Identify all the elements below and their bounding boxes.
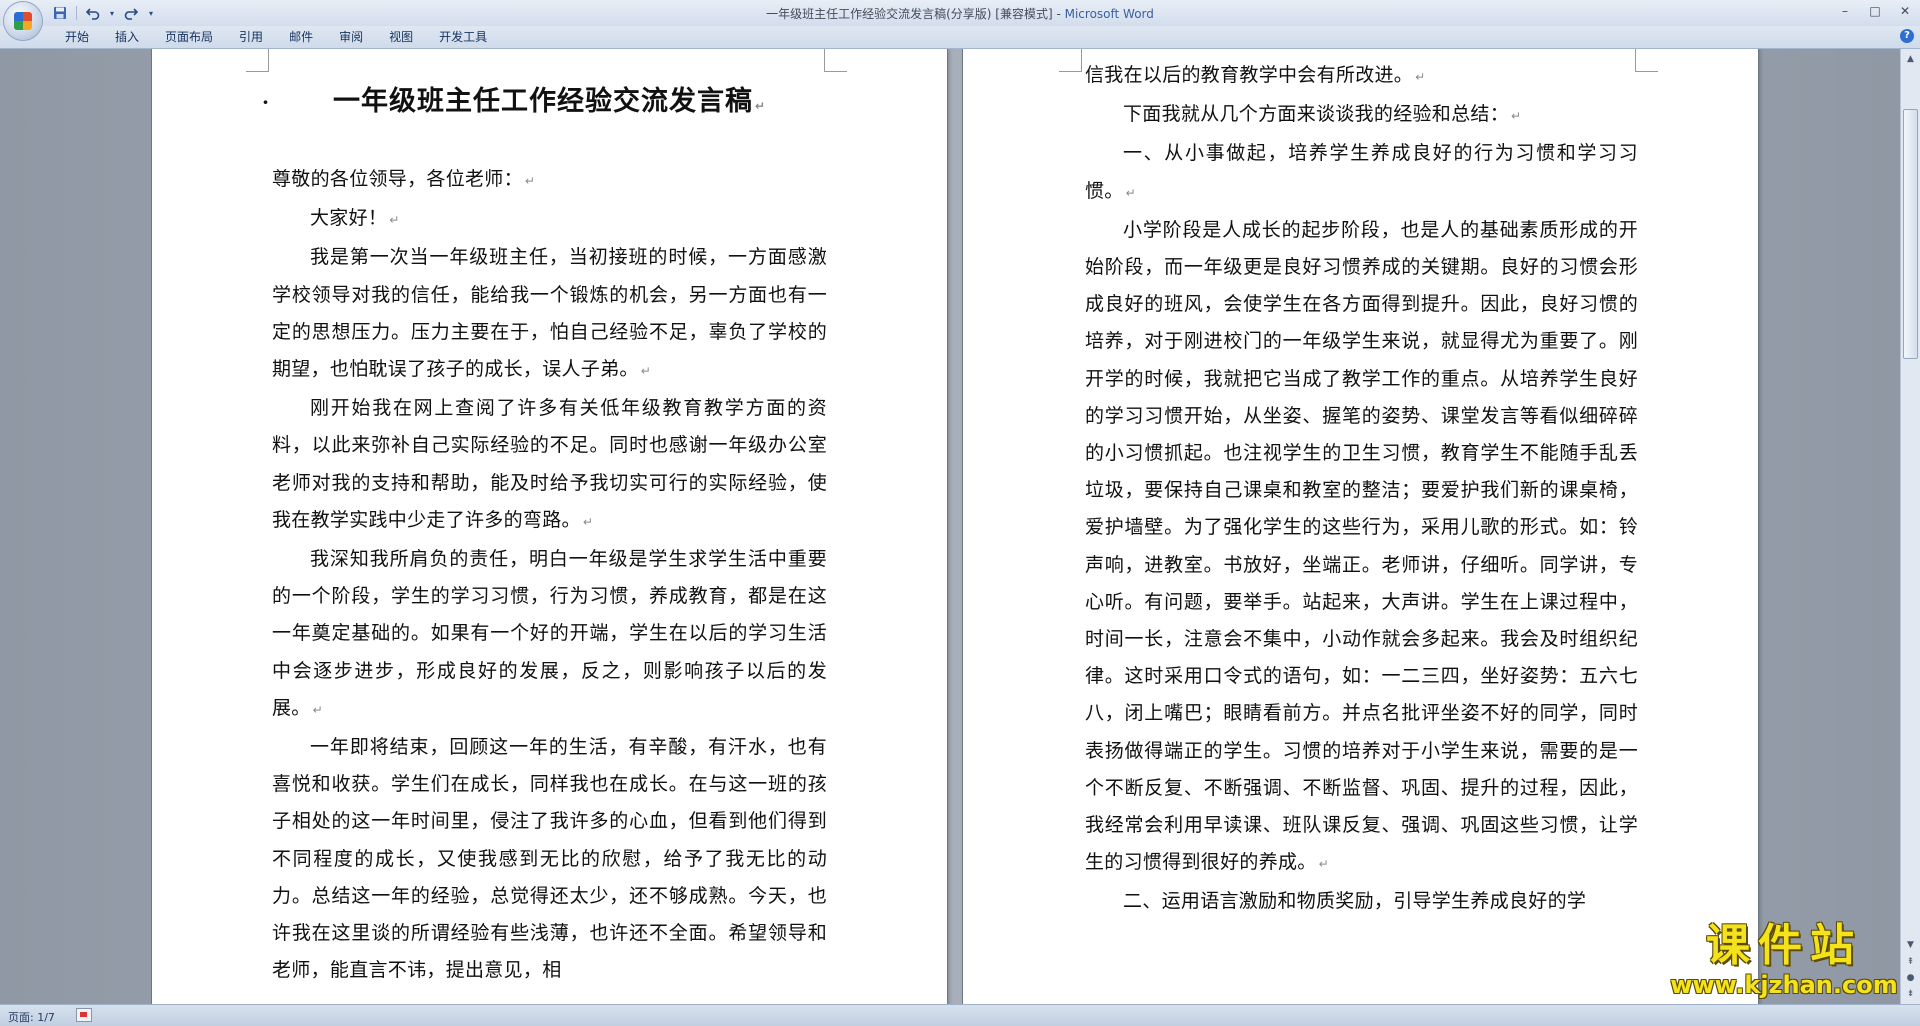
paragraph: 一、从小事做起，培养学生养成良好的行为习惯和学习习惯。 ↵ bbox=[1085, 135, 1638, 211]
tab-page-layout[interactable]: 页面布局 bbox=[152, 26, 226, 48]
quick-access-toolbar: ▾ ▾ bbox=[50, 3, 157, 23]
tab-mailings[interactable]: 邮件 bbox=[276, 26, 326, 48]
crop-mark bbox=[1635, 49, 1658, 72]
crop-mark bbox=[246, 49, 269, 72]
status-bar: 页面: 1/7 bbox=[0, 1004, 1920, 1026]
save-icon[interactable] bbox=[50, 4, 70, 22]
select-browse-object-icon[interactable]: ● bbox=[1903, 970, 1918, 985]
maximize-button[interactable]: □ bbox=[1860, 0, 1890, 22]
title-bar: ▾ ▾ 一年级班主任工作经验交流发言稿(分享版) [兼容模式] - Micros… bbox=[0, 0, 1920, 26]
watermark-url: www.kjzhan.com bbox=[1670, 971, 1898, 999]
previous-page-icon[interactable]: ⇞ bbox=[1903, 954, 1918, 969]
minimize-button[interactable]: – bbox=[1830, 0, 1860, 22]
paragraph-text: 尊敬的各位领导，各位老师： bbox=[272, 168, 523, 190]
page-1-body: · 一年级班主任工作经验交流发言稿 ↵ 尊敬的各位领导，各位老师： ↵ 大家好！ ↵ 我… bbox=[262, 77, 827, 989]
tab-references[interactable]: 引用 bbox=[226, 26, 276, 48]
paragraph: 信我在以后的教育教学中会有所改进。 ↵ bbox=[1085, 57, 1638, 96]
paragraph: 二、运用语言激励和物质奖励，引导学生养成良好的学 bbox=[1085, 883, 1638, 920]
help-icon[interactable]: ? bbox=[1900, 29, 1914, 43]
paragraph-text: 二、运用语言激励和物质奖励，引导学生养成良好的学 bbox=[1123, 890, 1587, 913]
paragraph: 下面我就从几个方面来谈谈我的经验和总结： ↵ bbox=[1085, 96, 1638, 135]
customize-toolbar-icon[interactable]: ▾ bbox=[145, 4, 157, 22]
paragraph-text: 刚开始我在网上查阅了许多有关低年级教育教学方面的资料，以此来弥补自己实际经验的不… bbox=[272, 397, 827, 531]
document-workspace[interactable]: · 一年级班主任工作经验交流发言稿 ↵ 尊敬的各位领导，各位老师： ↵ 大家好！ ↵ 我… bbox=[0, 49, 1900, 1004]
crop-mark bbox=[824, 49, 847, 72]
paragraph: 一年即将结束，回顾这一年的生活，有辛酸，有汗水，也有喜悦和收获。学生们在成长，同… bbox=[272, 729, 827, 989]
scroll-down-icon[interactable]: ▼ bbox=[1903, 937, 1918, 952]
paragraph-mark-icon: ↵ bbox=[1511, 109, 1522, 124]
office-logo-icon bbox=[14, 12, 32, 30]
document-heading: · 一年级班主任工作经验交流发言稿 ↵ bbox=[262, 77, 827, 131]
document-page-2[interactable]: 信我在以后的教育教学中会有所改进。 ↵ 下面我就从几个方面来谈谈我的经验和总结： ↵… bbox=[963, 49, 1758, 1004]
paragraph: 大家好！ ↵ bbox=[272, 200, 827, 239]
paragraph-mark-icon: ↵ bbox=[1415, 70, 1426, 84]
paragraph: 刚开始我在网上查阅了许多有关低年级教育教学方面的资料，以此来弥补自己实际经验的不… bbox=[272, 390, 827, 541]
paragraph-text: 信我在以后的教育教学中会有所改进。 bbox=[1085, 64, 1414, 86]
paragraph-text: 我深知我所肩负的责任，明白一年级是学生求学生活中重要的一个阶段，学生的学习习惯，… bbox=[272, 548, 827, 719]
ribbon-tab-bar: 开始 插入 页面布局 引用 邮件 审阅 视图 开发工具 ? bbox=[0, 26, 1920, 49]
paragraph-text: 一、从小事做起，培养学生养成良好的行为习惯和学习习惯。 bbox=[1085, 142, 1638, 202]
heading-bullet: · bbox=[262, 90, 270, 114]
watermark-text: 课件站 bbox=[1706, 920, 1862, 971]
page-2-body: 信我在以后的教育教学中会有所改进。 ↵ 下面我就从几个方面来谈谈我的经验和总结： ↵… bbox=[1085, 57, 1638, 921]
watermark-logo: 课件站 www.kjzhan.com bbox=[1666, 920, 1902, 1000]
paragraph-text: 下面我就从几个方面来谈谈我的经验和总结： bbox=[1123, 103, 1510, 126]
title-separator: - bbox=[1052, 7, 1065, 21]
paragraph-text: 小学阶段是人成长的起步阶段，也是人的基础素质形成的开始阶段，而一年级更是良好习惯… bbox=[1085, 218, 1638, 874]
paragraph: 我是第一次当一年级班主任，当初接班的时候，一方面感激学校领导对我的信任，能给我一… bbox=[272, 239, 827, 390]
scroll-thumb[interactable] bbox=[1903, 109, 1918, 359]
paragraph-mark-icon: ↵ bbox=[754, 99, 767, 113]
paragraph-text: 大家好！ bbox=[310, 207, 388, 230]
toolbar-separator bbox=[76, 6, 77, 20]
scroll-up-icon[interactable]: ▲ bbox=[1903, 51, 1918, 66]
chevron-down-icon[interactable]: ▾ bbox=[107, 4, 117, 22]
document-title: 一年级班主任工作经验交流发言稿(分享版) [兼容模式] bbox=[766, 7, 1053, 21]
paragraph-mark-icon: ↵ bbox=[582, 514, 594, 529]
tab-view[interactable]: 视图 bbox=[376, 26, 426, 48]
page-indicator[interactable]: 页面: 1/7 bbox=[8, 1009, 55, 1025]
tab-review[interactable]: 审阅 bbox=[326, 26, 376, 48]
paragraph-text: 我是第一次当一年级班主任，当初接班的时候，一方面感激学校领导对我的信任，能给我一… bbox=[272, 246, 827, 381]
paragraph-text: 一年即将结束，回顾这一年的生活，有辛酸，有汗水，也有喜悦和收获。学生们在成长，同… bbox=[272, 736, 827, 982]
paragraph: 尊敬的各位领导，各位老师： ↵ bbox=[272, 161, 827, 200]
next-page-icon[interactable]: ⇟ bbox=[1903, 986, 1918, 1001]
paragraph-mark-icon: ↵ bbox=[389, 213, 400, 228]
ribbon-tabs: 开始 插入 页面布局 引用 邮件 审阅 视图 开发工具 bbox=[52, 26, 500, 48]
window-title: 一年级班主任工作经验交流发言稿(分享版) [兼容模式] - Microsoft … bbox=[0, 5, 1920, 22]
close-button[interactable]: ✕ bbox=[1890, 0, 1920, 22]
paragraph-mark-icon: ↵ bbox=[312, 702, 323, 717]
proofing-status-icon[interactable] bbox=[76, 1008, 92, 1022]
paragraph: 小学阶段是人成长的起步阶段，也是人的基础素质形成的开始阶段，而一年级更是良好习惯… bbox=[1085, 212, 1638, 884]
document-page-1[interactable]: · 一年级班主任工作经验交流发言稿 ↵ 尊敬的各位领导，各位老师： ↵ 大家好！ ↵ 我… bbox=[152, 49, 947, 1004]
crop-mark bbox=[1059, 49, 1082, 72]
office-button[interactable] bbox=[4, 2, 42, 40]
window-controls: – □ ✕ bbox=[1830, 0, 1920, 22]
tab-insert[interactable]: 插入 bbox=[102, 26, 152, 48]
redo-icon[interactable] bbox=[121, 4, 141, 22]
paragraph-mark-icon: ↵ bbox=[1318, 857, 1329, 872]
paragraph: 我深知我所肩负的责任，明白一年级是学生求学生活中重要的一个阶段，学生的学习习惯，… bbox=[272, 541, 827, 729]
tab-developer[interactable]: 开发工具 bbox=[426, 26, 500, 48]
vertical-scrollbar[interactable]: ▲ ▼ ⇞ ● ⇟ bbox=[1900, 49, 1920, 1004]
heading-text: 一年级班主任工作经验交流发言稿 bbox=[332, 86, 753, 117]
paragraph-mark-icon: ↵ bbox=[524, 174, 536, 188]
paragraph-mark-icon: ↵ bbox=[640, 364, 652, 379]
app-name: Microsoft Word bbox=[1064, 7, 1154, 21]
tab-home[interactable]: 开始 bbox=[52, 26, 102, 48]
paragraph-mark-icon: ↵ bbox=[1125, 185, 1136, 200]
undo-icon[interactable] bbox=[83, 4, 103, 22]
